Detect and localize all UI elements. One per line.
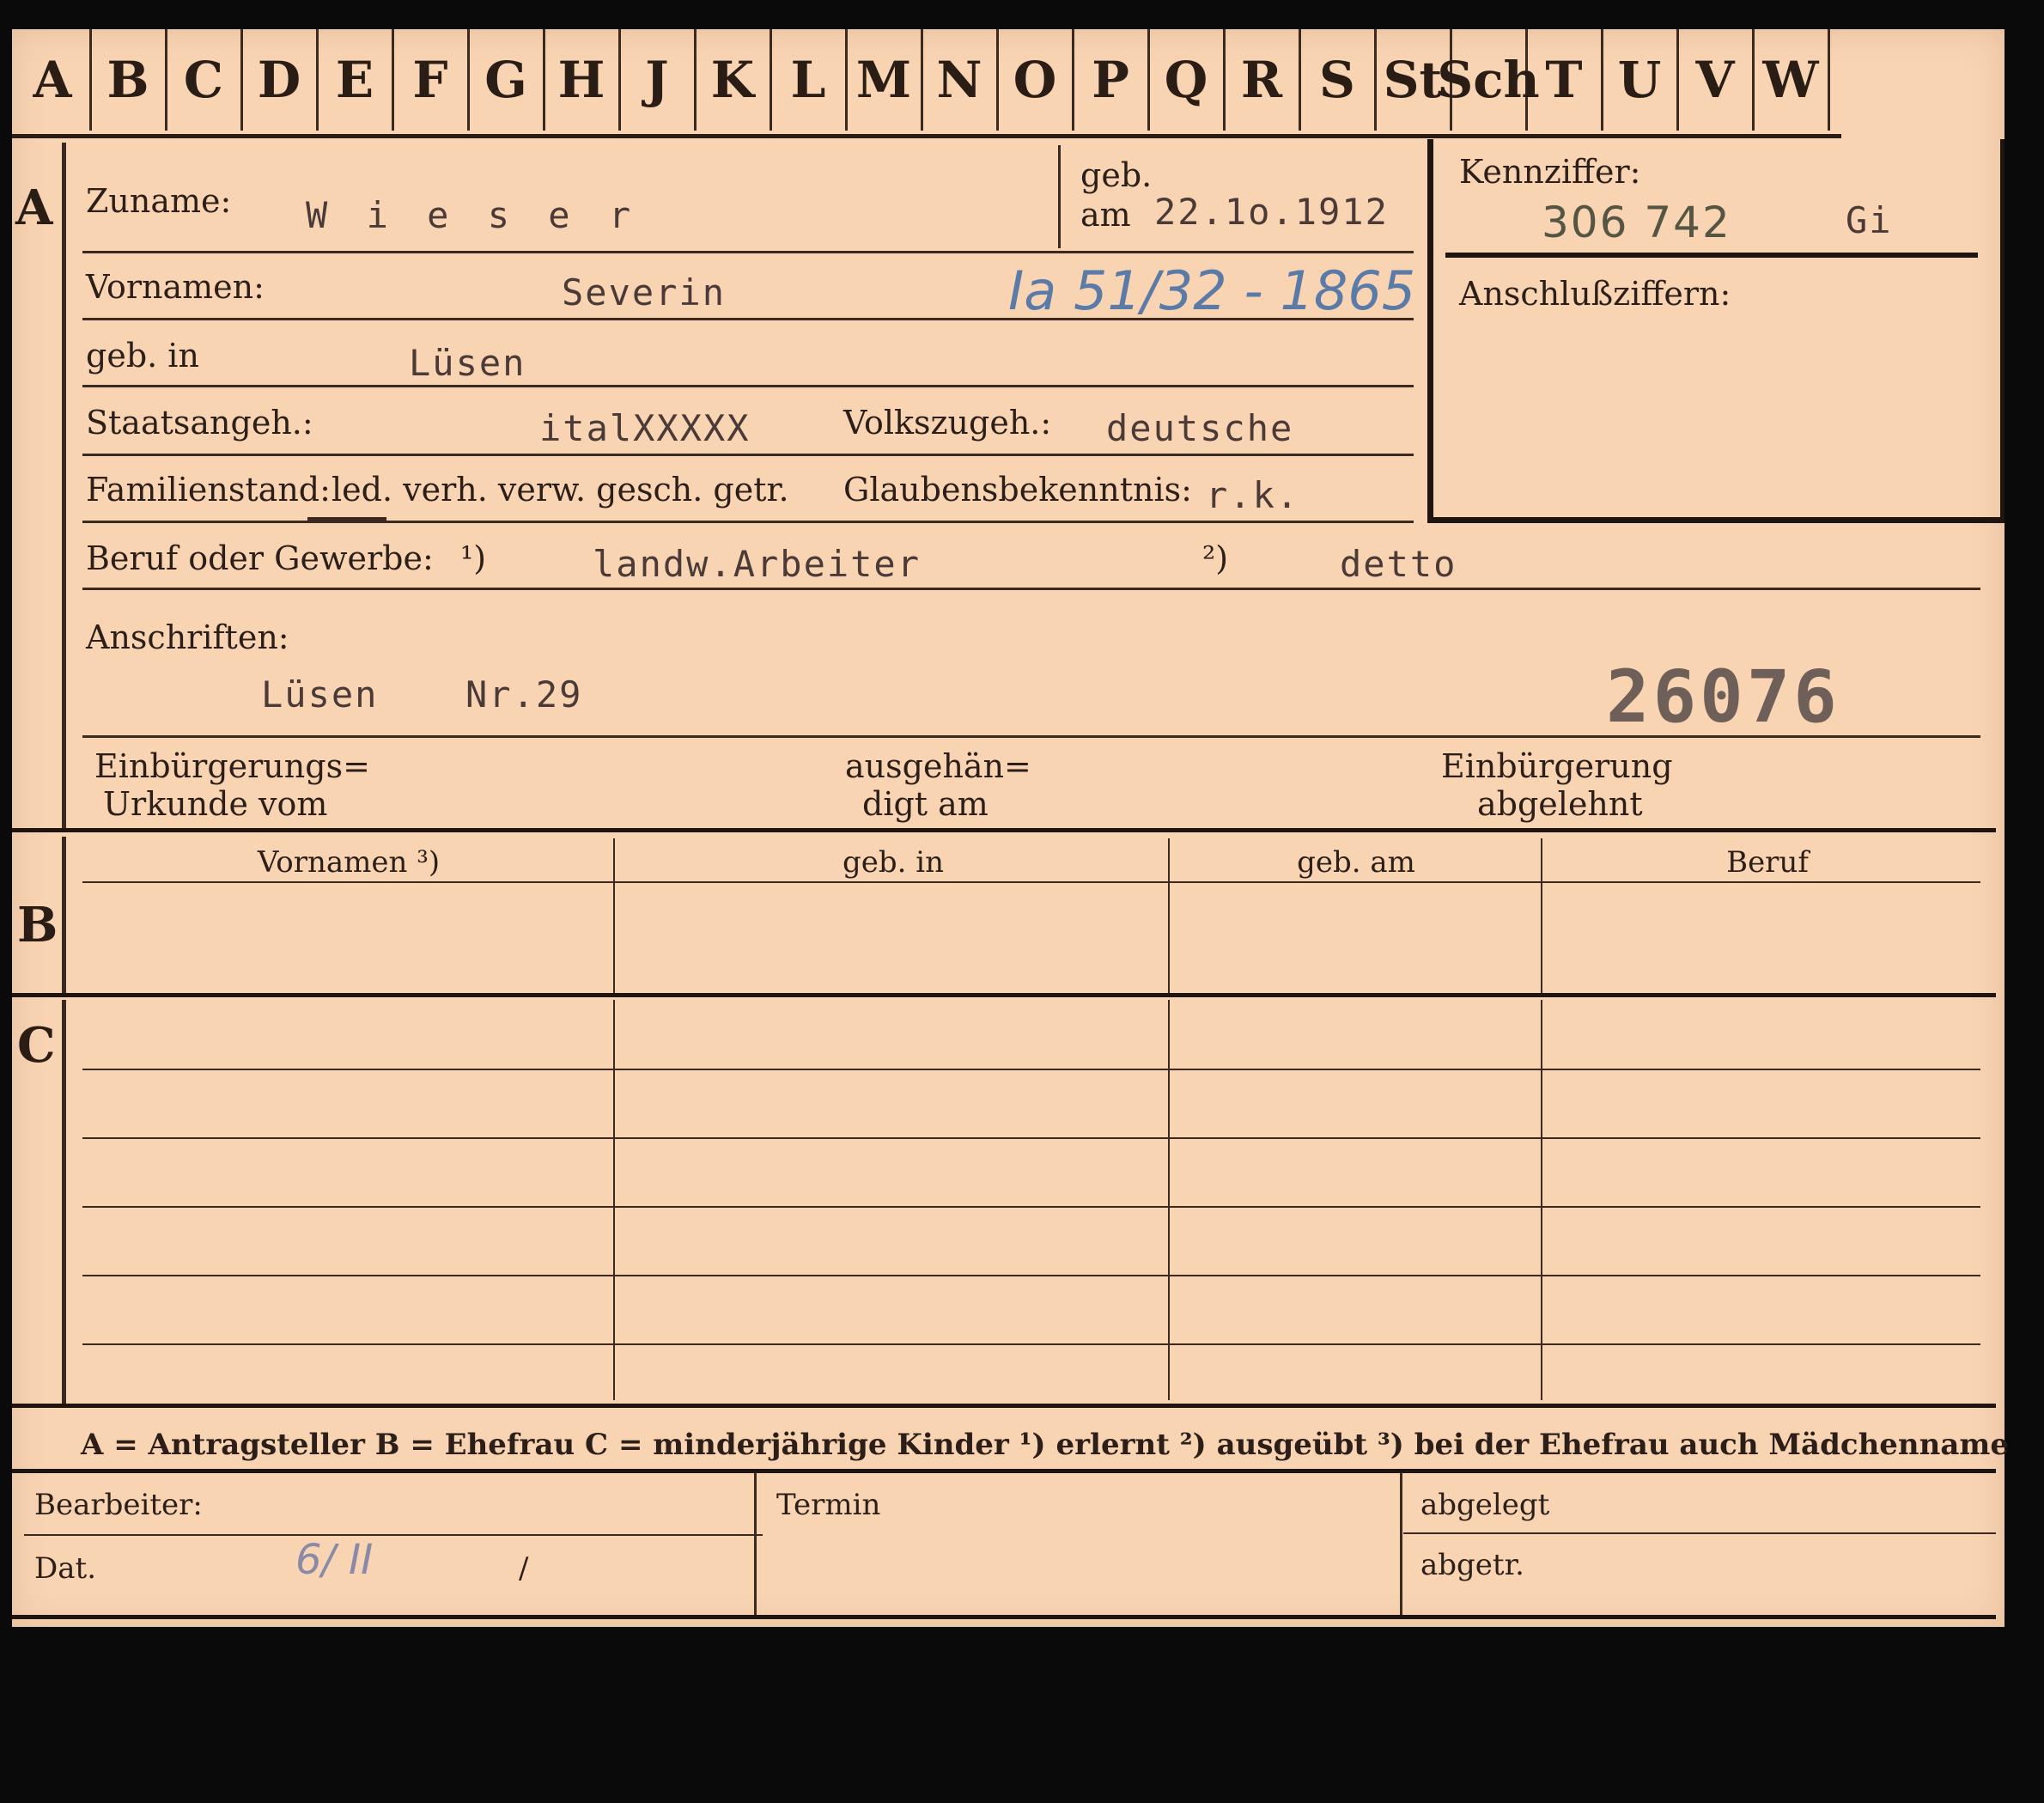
- label-beruf: Beruf oder Gewerbe:: [86, 539, 434, 577]
- alphabet-tab: R: [1225, 29, 1301, 131]
- alphabet-tab: V: [1678, 29, 1755, 131]
- label-ausgehaen-2: digt am: [862, 785, 989, 823]
- label-bearbeiter: Bearbeiter:: [34, 1488, 203, 1522]
- column-header-beruf: Beruf: [1726, 845, 1809, 880]
- label-einbuergerung-2: abgelehnt: [1477, 785, 1643, 823]
- value-anschrift-nr: Nr.29: [465, 673, 583, 716]
- value-kennziffer-number: 306 742: [1542, 198, 1731, 247]
- value-beruf-erlernt: landw.Arbeiter: [593, 543, 922, 585]
- alphabet-tab: U: [1603, 29, 1679, 131]
- column-header-vornamen: Vornamen ³): [257, 845, 441, 880]
- alphabet-tab: C: [167, 29, 243, 131]
- value-anschrift-ort: Lüsen: [261, 673, 379, 716]
- label-einbuergerungs-1: Einbürgerungs=: [94, 747, 370, 785]
- alphabet-tab: E: [318, 29, 394, 131]
- label-zuname: Zuname:: [86, 182, 232, 220]
- section-a-left-rule: [62, 143, 66, 830]
- stamp-number: 26076: [1606, 655, 1840, 739]
- alphabet-tab-strip: A B C D E F G H J K L M N O P Q R S St Sch T U V W: [12, 29, 1841, 138]
- value-staatsangeh: italXXXXX: [539, 407, 751, 449]
- label-abgelegt: abgelegt: [1420, 1488, 1550, 1522]
- column-header-geb-in: geb. in: [842, 845, 945, 880]
- section-c-marker: C: [17, 1017, 56, 1074]
- value-zuname: W i e s e r: [306, 194, 640, 236]
- beruf-note-2: ²): [1202, 539, 1229, 577]
- alphabet-tab: N: [922, 29, 999, 131]
- label-vornamen: Vornamen:: [86, 268, 265, 306]
- alphabet-tab: P: [1074, 29, 1150, 131]
- value-geb-in: Lüsen: [409, 342, 526, 384]
- label-staatsangeh: Staatsangeh.:: [86, 404, 313, 442]
- registration-card: A B C D E F G H J K L M N O P Q R S St Sch T U V W A Zuname: W …: [12, 29, 2009, 1627]
- label-einbuergerung-1: Einbürgerung: [1441, 747, 1673, 785]
- label-kennziffer: Kennziffer:: [1459, 153, 1641, 191]
- familienstand-options: led. verh. verw. gesch. getr.: [332, 471, 789, 509]
- value-geb-am: 22.1o.1912: [1154, 191, 1389, 233]
- alphabet-tab: F: [393, 29, 470, 131]
- alphabet-tab: W: [1754, 29, 1830, 131]
- label-ausgehaen-1: ausgehän=: [845, 747, 1031, 785]
- label-am: am: [1080, 196, 1131, 234]
- label-geb-in: geb. in: [86, 337, 199, 375]
- beruf-note-1: ¹): [460, 539, 487, 577]
- value-vornamen: Severin: [562, 271, 727, 314]
- label-abgetr: abgetr.: [1420, 1548, 1524, 1582]
- legend-text: A = Antragsteller B = Ehefrau C = minder…: [81, 1428, 2009, 1462]
- section-b-marker: B: [17, 897, 58, 953]
- label-dat: Dat.: [34, 1551, 97, 1586]
- label-geb: geb.: [1080, 156, 1153, 194]
- alphabet-tab: M: [847, 29, 923, 131]
- value-glaubensbekenntnis: r.k.: [1206, 474, 1300, 516]
- alphabet-tab: H: [544, 29, 621, 131]
- kennziffer-box: Kennziffer: 306 742 Gi Anschlußziffern:: [1427, 139, 2004, 523]
- value-beruf-ausgeuebt: detto: [1340, 543, 1457, 585]
- value-volkszugeh: deutsche: [1106, 407, 1294, 449]
- label-termin: Termin: [776, 1488, 881, 1522]
- alphabet-tab: S: [1300, 29, 1377, 131]
- label-familienstand: Familienstand:: [86, 471, 331, 509]
- handwritten-reference: Ia 51/32 - 1865: [1008, 259, 1416, 322]
- label-anschlussziffern: Anschlußziffern:: [1459, 275, 1731, 313]
- value-dat-handwritten: 6/ II: [295, 1536, 374, 1584]
- label-einbuergerungs-2: Urkunde vom: [103, 785, 328, 823]
- alphabet-tab: B: [91, 29, 167, 131]
- alphabet-tab: A: [15, 29, 92, 131]
- alphabet-tab: G: [469, 29, 545, 131]
- label-glaubensbekenntnis: Glaubensbekenntnis:: [843, 471, 1192, 509]
- alphabet-tab: Sch: [1437, 29, 1540, 131]
- alphabet-tab: Q: [1149, 29, 1226, 131]
- column-header-geb-am: geb. am: [1297, 845, 1415, 880]
- label-anschriften: Anschriften:: [86, 618, 289, 656]
- value-kennziffer-code: Gi: [1846, 199, 1893, 241]
- alphabet-tab: D: [242, 29, 319, 131]
- label-volkszugeh: Volkszugeh.:: [843, 404, 1052, 442]
- alphabet-tab: J: [620, 29, 697, 131]
- alphabet-tab: O: [998, 29, 1074, 131]
- value-dat-slash: /: [519, 1551, 529, 1586]
- alphabet-tab: T: [1527, 29, 1603, 131]
- alphabet-tab: K: [696, 29, 772, 131]
- section-a-marker: A: [15, 180, 53, 236]
- alphabet-tab: L: [771, 29, 848, 131]
